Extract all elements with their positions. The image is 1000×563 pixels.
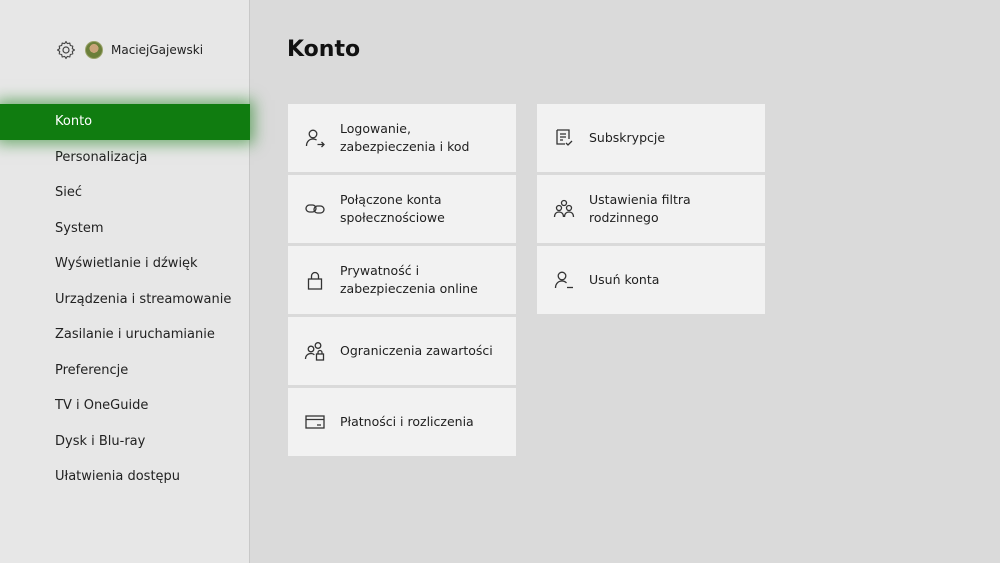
tile-label: Ustawienia filtra rodzinnego	[589, 192, 691, 225]
nav-item-preferencje[interactable]: Preferencje	[0, 353, 250, 389]
credit-card-icon	[304, 411, 326, 433]
tile-polaczone-konta[interactable]: Połączone konta społecznościowe	[288, 175, 516, 243]
nav-item-siec[interactable]: Sieć	[0, 175, 250, 211]
gear-icon[interactable]	[56, 40, 76, 60]
person-arrow-icon	[304, 127, 326, 149]
nav-item-konto[interactable]: Konto	[0, 104, 250, 140]
tile-usun-konta[interactable]: Usuń konta	[537, 246, 765, 314]
page-title: Konto	[287, 37, 361, 62]
link-icon	[304, 198, 326, 220]
nav-item-system[interactable]: System	[0, 211, 250, 247]
settings-nav: Konto Personalizacja Sieć System Wyświet…	[0, 104, 250, 495]
sidebar: MaciejGajewski Konto Personalizacja Sieć…	[0, 0, 250, 563]
nav-item-personalizacja[interactable]: Personalizacja	[0, 140, 250, 176]
tile-label: Usuń konta	[589, 272, 660, 287]
family-icon	[553, 198, 575, 220]
nav-item-urzadzenia[interactable]: Urządzenia i streamowanie	[0, 282, 250, 318]
tile-label: Połączone konta społecznościowe	[340, 192, 445, 225]
nav-item-zasilanie[interactable]: Zasilanie i uruchamianie	[0, 317, 250, 353]
tile-label: Subskrypcje	[589, 130, 666, 145]
user-name: MaciejGajewski	[111, 43, 204, 57]
tile-label: Płatności i rozliczenia	[340, 414, 474, 429]
tile-platnosci[interactable]: Płatności i rozliczenia	[288, 388, 516, 456]
tile-prywatnosc[interactable]: Prywatność i zabezpieczenia online	[288, 246, 516, 314]
lock-icon	[304, 269, 326, 291]
nav-item-dysk[interactable]: Dysk i Blu-ray	[0, 424, 250, 460]
tile-label: Ograniczenia zawartości	[340, 343, 493, 358]
people-lock-icon	[304, 340, 326, 362]
person-remove-icon	[553, 269, 575, 291]
tile-ograniczenia[interactable]: Ograniczenia zawartości	[288, 317, 516, 385]
nav-item-wyswietlanie[interactable]: Wyświetlanie i dźwięk	[0, 246, 250, 282]
tile-label: Prywatność i zabezpieczenia online	[340, 263, 478, 296]
nav-item-ulatwienia[interactable]: Ułatwienia dostępu	[0, 459, 250, 495]
tile-filtr-rodzinny[interactable]: Ustawienia filtra rodzinnego	[537, 175, 765, 243]
tile-label: Logowanie, zabezpieczenia i kod	[340, 121, 470, 154]
tile-subskrypcje[interactable]: Subskrypcje	[537, 104, 765, 172]
nav-item-tv[interactable]: TV i OneGuide	[0, 388, 250, 424]
receipt-icon	[553, 127, 575, 149]
tile-logowanie[interactable]: Logowanie, zabezpieczenia i kod	[288, 104, 516, 172]
avatar[interactable]	[85, 41, 103, 59]
user-profile[interactable]: MaciejGajewski	[56, 38, 203, 62]
